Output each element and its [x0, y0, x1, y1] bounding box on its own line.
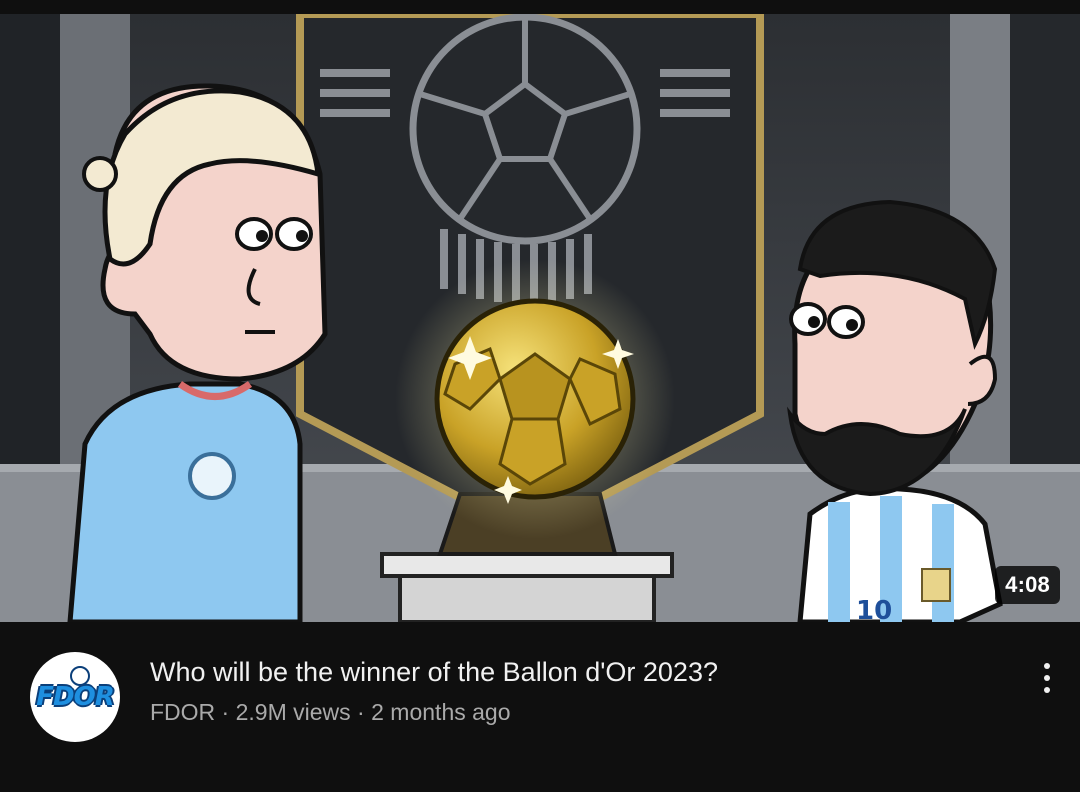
- more-vert-icon[interactable]: [1030, 658, 1064, 698]
- channel-avatar[interactable]: FDOR: [30, 652, 120, 742]
- upload-age: 2 months ago: [371, 699, 511, 725]
- jersey-number: 10: [856, 596, 892, 622]
- thumbnail-illustration: 10: [0, 14, 1080, 622]
- separator: ·: [350, 699, 372, 725]
- channel-name[interactable]: FDOR: [150, 699, 215, 725]
- separator: ·: [215, 699, 236, 725]
- channel-logo-text: FDOR: [36, 682, 114, 712]
- video-subline: FDOR · 2.9M views · 2 months ago: [150, 697, 511, 727]
- top-bar: [0, 0, 1080, 14]
- view-count: 2.9M views: [235, 699, 351, 725]
- dot: [1044, 663, 1050, 669]
- video-meta: FDOR Who will be the winner of the Ballo…: [0, 622, 1080, 792]
- video-thumbnail[interactable]: 10 4:08: [0, 14, 1080, 622]
- duration-badge: 4:08: [995, 566, 1060, 604]
- dot: [1044, 687, 1050, 693]
- video-title[interactable]: Who will be the winner of the Ballon d'O…: [150, 654, 990, 690]
- dot: [1044, 675, 1050, 681]
